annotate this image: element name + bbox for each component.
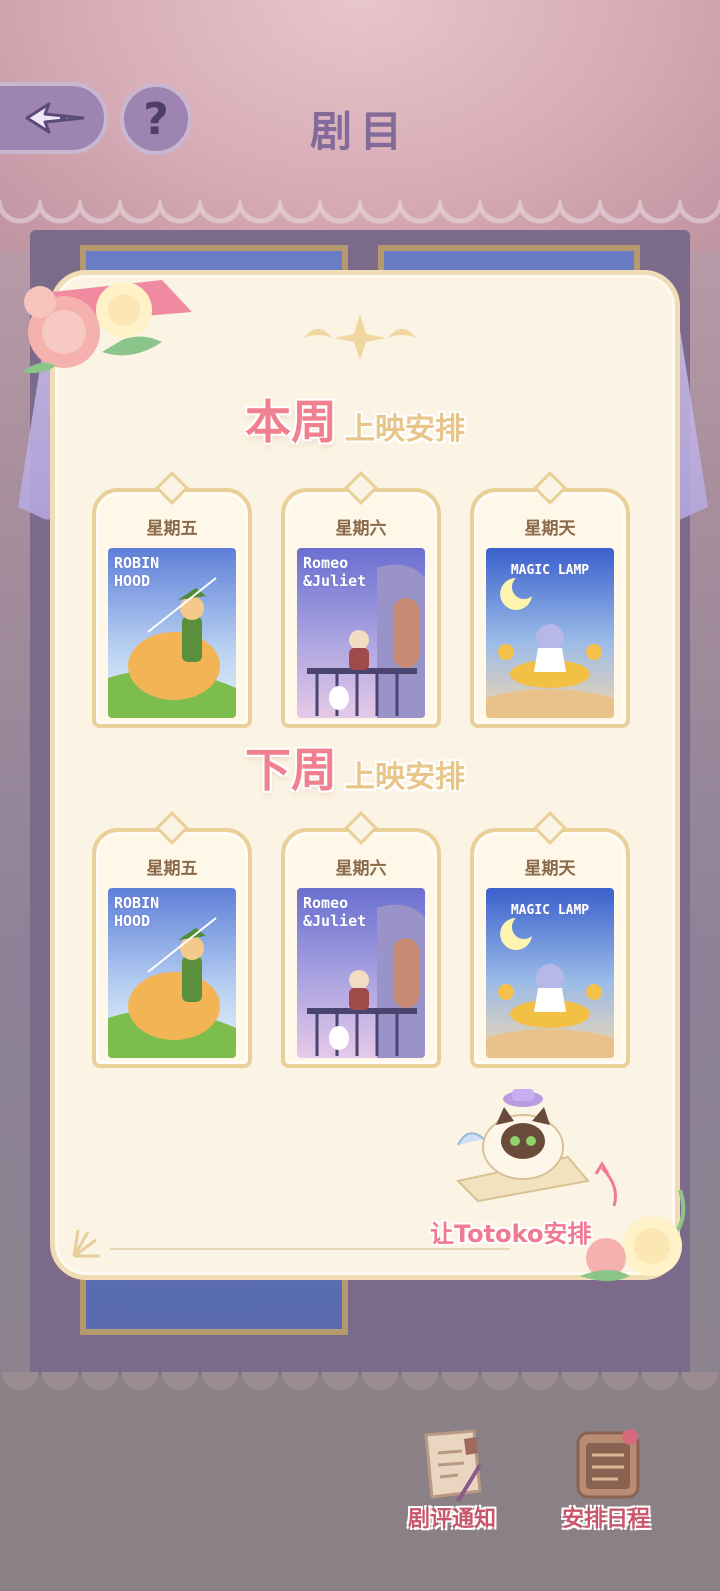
robin-hood-poster[interactable]: ROBIN HOOD (108, 548, 236, 718)
next-week-heading: 下周 上映安排 (245, 740, 465, 800)
poster-title: Romeo &Juliet (303, 554, 367, 590)
cat-mascot-icon (455, 1089, 590, 1203)
magic-lamp-poster[interactable]: MAGIC LAMP (486, 888, 614, 1058)
day-label: 星期天 (524, 519, 576, 539)
this-week-heading: 本周 上映安排 (245, 392, 465, 452)
schedule-board-icon (576, 1429, 640, 1499)
day-label: 星期天 (524, 859, 576, 879)
next-week-title: 下周 (245, 743, 337, 797)
arrange-schedule-label: 安排日程 (561, 1507, 650, 1532)
poster-title: MAGIC LAMP (510, 563, 590, 578)
back-arrow-icon (25, 102, 85, 134)
poster-title: Romeo &Juliet (303, 894, 367, 930)
next-week-friday-card[interactable]: 星期五 ROBIN HOOD (92, 811, 252, 1068)
rose-decoration-bottom-icon (580, 1189, 686, 1281)
corner-fan-icon (72, 1229, 100, 1258)
review-notice-label: 剧评通知 (407, 1507, 496, 1532)
review-notice-button[interactable]: 剧评通知 (392, 1425, 512, 1545)
this-week-subtitle: 上映安排 (345, 412, 465, 447)
help-button[interactable]: ? (120, 83, 192, 155)
this-week-sunday-card[interactable]: 星期天 MAGIC LAMP (470, 471, 630, 728)
magic-lamp-poster[interactable]: MAGIC LAMP (486, 548, 614, 718)
poster-title: ROBIN HOOD (114, 554, 160, 590)
floor-scallop (0, 1372, 720, 1396)
this-week-saturday-card[interactable]: 星期六 Romeo &Juliet (281, 471, 441, 728)
day-label: 星期五 (146, 859, 198, 879)
this-week-friday-card[interactable]: 星期五 ROBIN HOOD (92, 471, 252, 728)
day-label: 星期六 (335, 859, 387, 879)
rose-decoration-icon (22, 280, 192, 374)
poster-title: MAGIC LAMP (510, 903, 590, 918)
back-button[interactable] (0, 82, 108, 154)
robin-hood-poster[interactable]: ROBIN HOOD (108, 888, 236, 1058)
this-week-title: 本周 (245, 395, 337, 449)
question-mark-icon: ? (143, 93, 169, 145)
ornament-icon (304, 314, 416, 360)
review-scroll-icon (424, 1429, 482, 1503)
totoko-assistant-button[interactable] (448, 1085, 598, 1205)
page-title: 剧目 (309, 107, 410, 156)
modal-divider (110, 1248, 510, 1250)
poster-title: ROBIN HOOD (114, 894, 160, 930)
next-week-saturday-card[interactable]: 星期六 Romeo &Juliet (281, 811, 441, 1068)
romeo-juliet-poster[interactable]: Romeo &Juliet (297, 548, 425, 718)
day-label: 星期五 (146, 519, 198, 539)
next-week-sunday-card[interactable]: 星期天 MAGIC LAMP (470, 811, 630, 1068)
day-label: 星期六 (335, 519, 387, 539)
next-week-subtitle: 上映安排 (345, 760, 465, 795)
arrange-schedule-button[interactable]: 安排日程 (546, 1425, 666, 1545)
romeo-juliet-poster[interactable]: Romeo &Juliet (297, 888, 425, 1058)
